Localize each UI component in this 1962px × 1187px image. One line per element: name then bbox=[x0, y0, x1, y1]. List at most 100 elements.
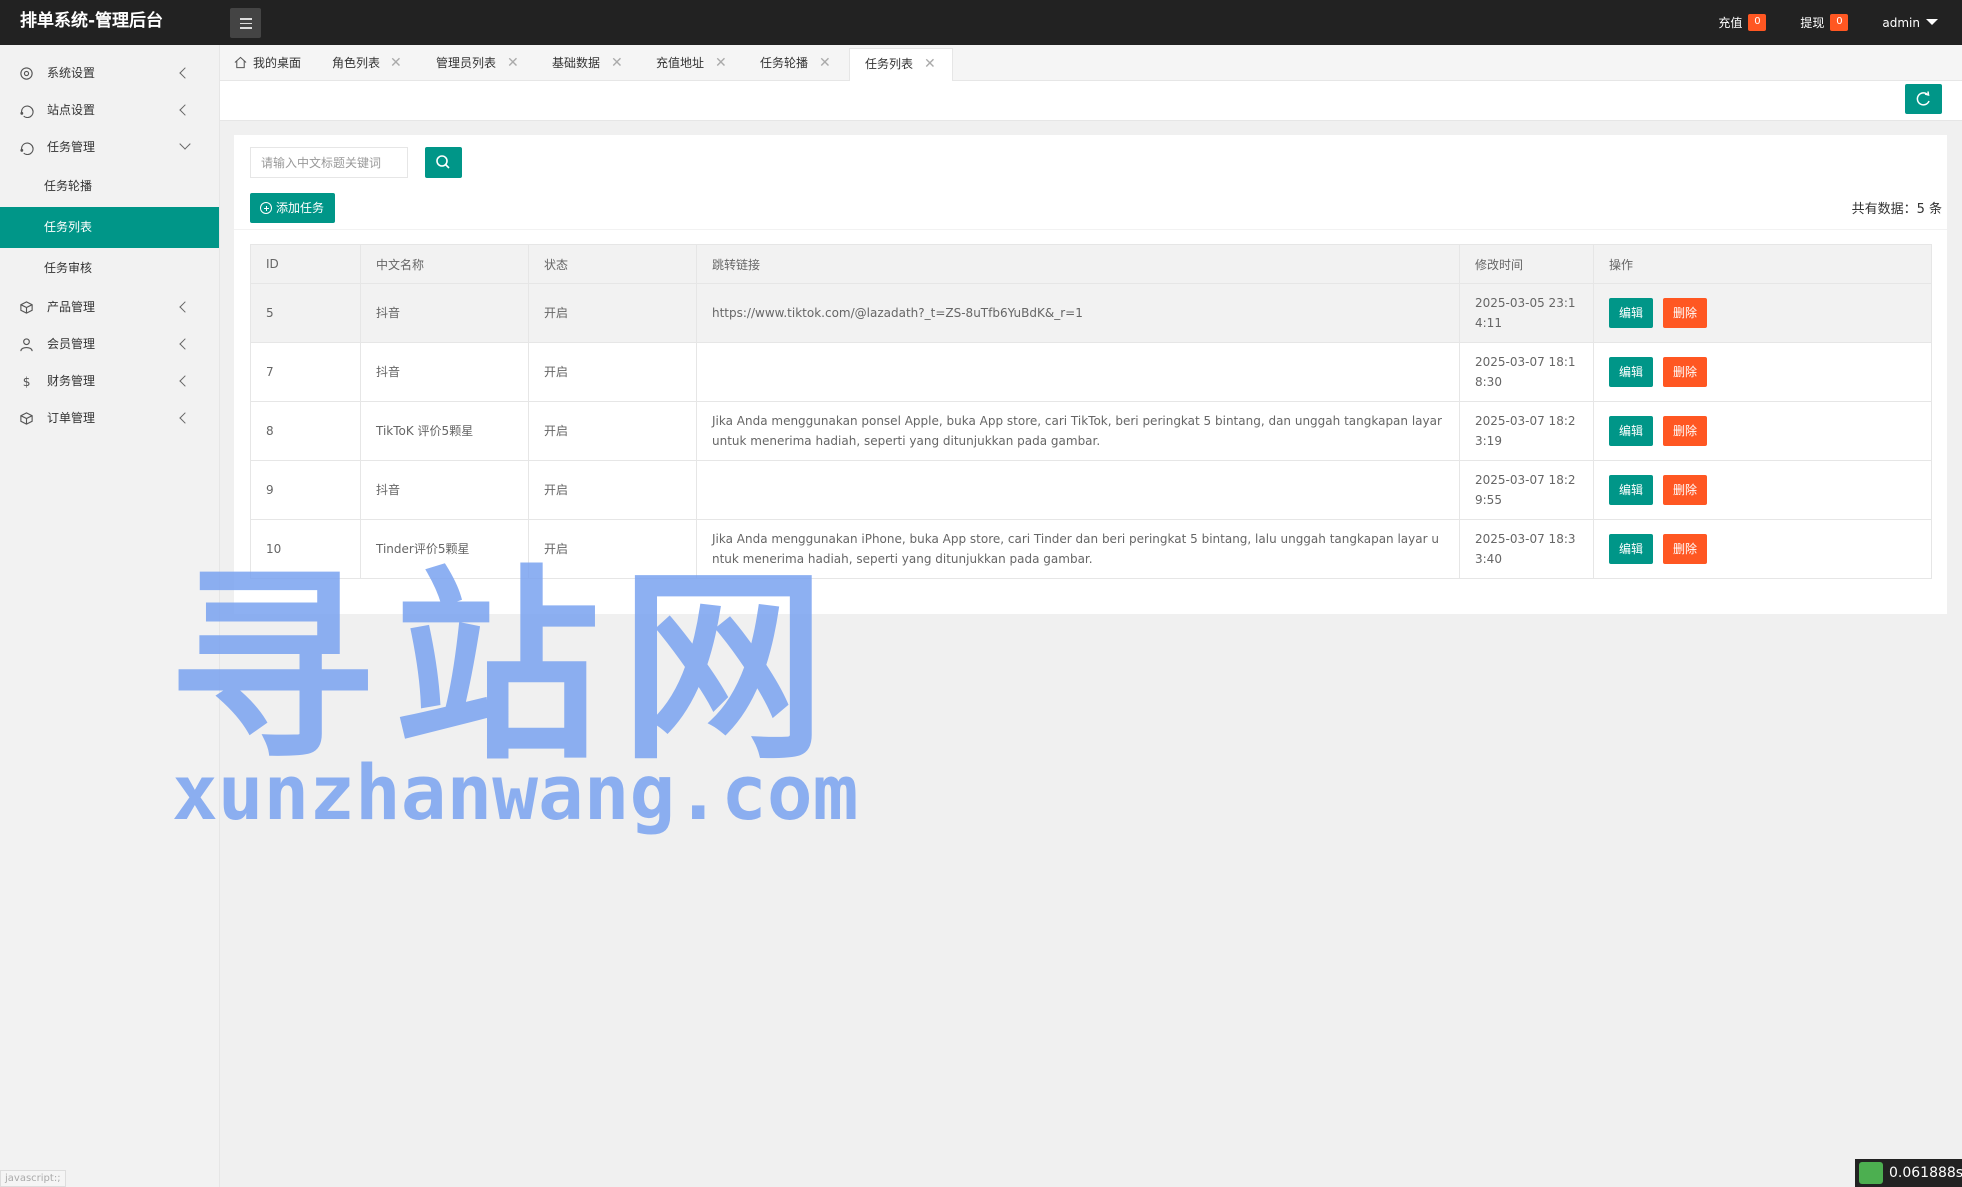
edit-button[interactable]: 编辑 bbox=[1609, 534, 1653, 564]
recharge-link[interactable]: 充值 0 bbox=[1718, 14, 1767, 31]
cell-status: 开启 bbox=[528, 401, 697, 461]
header-right: 充值 0 提现 0 admin bbox=[1718, 0, 1962, 45]
delete-button[interactable]: 删除 bbox=[1663, 298, 1707, 328]
refresh-button[interactable] bbox=[1905, 84, 1942, 114]
plus-circle-icon bbox=[260, 202, 272, 214]
timer-badge: 0.061888s bbox=[1855, 1159, 1962, 1187]
cell-time: 2025-03-07 18:33:40 bbox=[1459, 519, 1594, 579]
user-menu[interactable]: admin bbox=[1882, 16, 1938, 30]
cell-id: 9 bbox=[250, 460, 361, 520]
withdraw-link[interactable]: 提现 0 bbox=[1800, 14, 1849, 31]
tab-bar: 我的桌面 角色列表 ✕ 管理员列表 ✕ 基础数据 ✕ 充值地址 ✕ 任务轮播 ✕… bbox=[220, 45, 1962, 82]
close-icon[interactable]: ✕ bbox=[924, 49, 936, 80]
cell-name: 抖音 bbox=[360, 283, 529, 343]
edit-button[interactable]: 编辑 bbox=[1609, 357, 1653, 387]
delete-button[interactable]: 删除 bbox=[1663, 416, 1707, 446]
close-icon[interactable]: ✕ bbox=[611, 48, 623, 79]
tab-label: 管理员列表 bbox=[436, 56, 497, 70]
cell-time: 2025-03-07 18:29:55 bbox=[1459, 460, 1594, 520]
add-task-label: 添加任务 bbox=[276, 201, 325, 215]
dollar-icon: $ bbox=[23, 375, 31, 389]
app-title: 排单系统-管理后台 bbox=[20, 11, 164, 31]
cell-link bbox=[696, 342, 1460, 402]
delete-button[interactable]: 删除 bbox=[1663, 357, 1707, 387]
cell-link: Jika Anda menggunakan ponsel Apple, buka… bbox=[696, 401, 1460, 461]
page-toolbar bbox=[220, 81, 1962, 121]
sidebar-subitem-task-carousel[interactable]: 任务轮播 bbox=[0, 166, 219, 207]
cell-status: 开启 bbox=[528, 460, 697, 520]
cell-status: 开启 bbox=[528, 283, 697, 343]
cell-name: 抖音 bbox=[360, 460, 529, 520]
tab-task-list[interactable]: 任务列表 ✕ bbox=[849, 48, 953, 82]
close-icon[interactable]: ✕ bbox=[507, 48, 519, 79]
sidebar-subitem-task-list[interactable]: 任务列表 bbox=[0, 207, 219, 248]
table-row: 7 抖音 开启 2025-03-07 18:18:30 编辑 删除 bbox=[250, 342, 1932, 402]
cell-time: 2025-03-05 23:14:11 bbox=[1459, 283, 1594, 343]
add-task-button[interactable]: 添加任务 bbox=[250, 193, 335, 223]
sidebar-item-system[interactable]: 系统设置 bbox=[0, 55, 219, 92]
sidebar-item-label: 会员管理 bbox=[47, 337, 96, 351]
tab-basic-data[interactable]: 基础数据 ✕ bbox=[537, 48, 641, 81]
sidebar-item-label: 订单管理 bbox=[47, 411, 96, 425]
search-input[interactable] bbox=[250, 147, 408, 178]
cell-actions: 编辑 删除 bbox=[1593, 519, 1932, 579]
refresh-icon bbox=[1916, 91, 1930, 106]
sidebar-item-label: 系统设置 bbox=[47, 66, 96, 80]
user-icon bbox=[20, 338, 33, 352]
cell-time: 2025-03-07 18:18:30 bbox=[1459, 342, 1594, 402]
product-icon bbox=[20, 301, 33, 314]
column-header: 修改时间 bbox=[1459, 244, 1594, 284]
status-bar: javascript:; bbox=[0, 1170, 66, 1187]
cell-actions: 编辑 删除 bbox=[1593, 342, 1932, 402]
close-icon[interactable]: ✕ bbox=[715, 48, 727, 79]
chevron-left-icon bbox=[179, 301, 191, 313]
close-icon[interactable]: ✕ bbox=[819, 48, 831, 79]
delete-button[interactable]: 删除 bbox=[1663, 534, 1707, 564]
site-icon bbox=[20, 105, 34, 118]
column-header: 跳转链接 bbox=[696, 244, 1460, 284]
cell-status: 开启 bbox=[528, 342, 697, 402]
search-button[interactable] bbox=[425, 147, 462, 178]
chevron-down-icon bbox=[179, 138, 191, 150]
edit-button[interactable]: 编辑 bbox=[1609, 475, 1653, 505]
edit-button[interactable]: 编辑 bbox=[1609, 298, 1653, 328]
delete-button[interactable]: 删除 bbox=[1663, 475, 1707, 505]
cell-actions: 编辑 删除 bbox=[1593, 460, 1932, 520]
withdraw-label: 提现 bbox=[1800, 16, 1825, 30]
sidebar-item-order[interactable]: 订单管理 bbox=[0, 400, 219, 437]
close-icon[interactable]: ✕ bbox=[390, 48, 402, 79]
sidebar-item-label: 财务管理 bbox=[47, 374, 96, 388]
sidebar-subitem-task-review[interactable]: 任务审核 bbox=[0, 248, 219, 289]
edit-button[interactable]: 编辑 bbox=[1609, 416, 1653, 446]
sidebar-item-member[interactable]: 会员管理 bbox=[0, 326, 219, 363]
sidebar-item-site[interactable]: 站点设置 bbox=[0, 92, 219, 129]
cell-name: TikToK 评价5颗星 bbox=[360, 401, 529, 461]
cell-id: 5 bbox=[250, 283, 361, 343]
cell-link bbox=[696, 460, 1460, 520]
recharge-badge: 0 bbox=[1748, 14, 1767, 31]
home-icon bbox=[234, 56, 247, 69]
sidebar-item-task[interactable]: 任务管理 bbox=[0, 129, 219, 166]
column-header: 操作 bbox=[1593, 244, 1932, 284]
svg-text:$: $ bbox=[23, 375, 31, 389]
withdraw-badge: 0 bbox=[1830, 14, 1849, 31]
tab-recharge-address[interactable]: 充值地址 ✕ bbox=[641, 48, 745, 81]
gear-icon bbox=[20, 67, 33, 80]
watermark-cn: 寻站网 bbox=[168, 548, 847, 788]
tab-label: 充值地址 bbox=[656, 56, 705, 70]
tab-desktop[interactable]: 我的桌面 bbox=[220, 48, 316, 81]
sidebar-item-finance[interactable]: $ 财务管理 bbox=[0, 363, 219, 400]
tab-task-carousel[interactable]: 任务轮播 ✕ bbox=[745, 48, 849, 81]
cell-actions: 编辑 删除 bbox=[1593, 283, 1932, 343]
tab-admins[interactable]: 管理员列表 ✕ bbox=[421, 48, 537, 81]
cell-name: 抖音 bbox=[360, 342, 529, 402]
task-icon bbox=[20, 142, 34, 155]
menu-toggle-icon[interactable] bbox=[230, 8, 261, 38]
sidebar-item-product[interactable]: 产品管理 bbox=[0, 289, 219, 326]
logo-icon bbox=[1859, 1162, 1883, 1184]
chevron-left-icon bbox=[179, 338, 191, 350]
tab-roles[interactable]: 角色列表 ✕ bbox=[317, 48, 423, 81]
order-icon bbox=[20, 412, 33, 425]
chevron-left-icon bbox=[179, 375, 191, 387]
recharge-label: 充值 bbox=[1718, 16, 1743, 30]
